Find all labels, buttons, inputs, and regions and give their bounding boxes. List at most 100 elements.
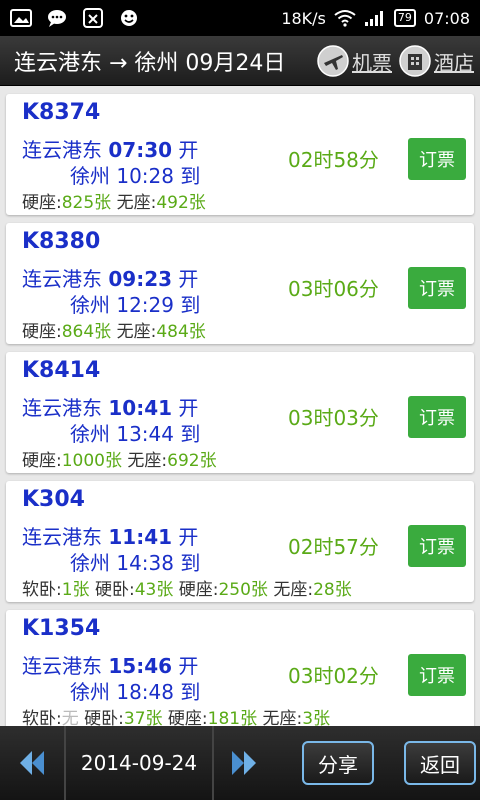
seat-class: 硬座:181张: [168, 709, 257, 726]
signal-icon: [364, 11, 383, 26]
clock: 07:08: [423, 8, 470, 28]
book-ticket-button[interactable]: 订票: [408, 138, 466, 180]
seat-count: 492张: [156, 193, 206, 213]
seat-count: 43张: [134, 580, 174, 600]
trip-duration: 03时03分: [288, 406, 379, 430]
seat-count: 181张: [207, 709, 258, 726]
seat-class: 软卧:无: [22, 709, 79, 726]
page-title: 连云港东 → 徐州 09月24日: [14, 50, 286, 76]
train-number: K304: [22, 487, 85, 512]
departure-time: 11:41: [108, 525, 173, 549]
status-bar: 18K/s 79 07:08: [0, 0, 480, 36]
seat-class: 软卧:1张: [22, 580, 90, 600]
departure-time: 15:46: [108, 654, 173, 678]
double-left-arrow-icon: [20, 751, 44, 775]
departure-row: 连云港东 09:23 开: [22, 263, 198, 292]
next-day-button[interactable]: [224, 743, 264, 783]
image-notification-icon: [10, 9, 32, 27]
train-number: K8374: [22, 100, 101, 125]
seat-class: 无座:484张: [117, 322, 206, 342]
departure-time: 10:41: [108, 396, 173, 420]
share-button[interactable]: 分享: [302, 741, 374, 785]
book-ticket-button[interactable]: 订票: [408, 525, 466, 567]
arrival-row: 徐州 14:38 到: [70, 547, 200, 576]
seat-class: 硬卧:43张: [95, 580, 173, 600]
departure-row: 连云港东 07:30 开: [22, 134, 198, 163]
book-ticket-button[interactable]: 订票: [408, 267, 466, 309]
hotel-link[interactable]: 酒店: [398, 44, 474, 78]
seat-count: 692张: [167, 451, 217, 471]
seat-type: 硬座: [22, 451, 56, 471]
seat-count: 37张: [123, 709, 163, 726]
trip-duration: 03时02分: [288, 664, 379, 688]
seat-class: 无座:28张: [273, 580, 351, 600]
arrival-station: 徐州: [70, 293, 110, 317]
seat-type: 硬座: [22, 322, 56, 342]
arrival-suffix: 到: [180, 422, 201, 446]
battery-level: 79: [393, 9, 416, 27]
book-ticket-button[interactable]: 订票: [408, 654, 466, 696]
arrival-station: 徐州: [70, 164, 110, 188]
seat-class: 无座:492张: [117, 193, 206, 213]
departure-time: 07:30: [108, 138, 173, 162]
departure-suffix: 开: [178, 654, 199, 678]
selected-date: 2014-09-24: [80, 751, 198, 775]
seat-count: 28张: [313, 580, 352, 600]
seat-count: 484张: [156, 322, 206, 342]
arrival-row: 徐州 18:48 到: [70, 676, 200, 705]
bottom-bar: 2014-09-24 分享 返回: [0, 726, 480, 800]
sync-notification-icon: [83, 8, 103, 28]
seat-type: 无座: [116, 322, 151, 342]
arrival-suffix: 到: [180, 551, 201, 575]
train-number: K8414: [22, 358, 101, 383]
trip-duration: 02时58分: [288, 148, 379, 172]
previous-day-button[interactable]: [12, 743, 52, 783]
departure-row: 连云港东 11:41 开: [22, 521, 198, 550]
seat-type: 硬卧: [84, 709, 119, 726]
train-number: K8380: [22, 229, 101, 254]
train-card[interactable]: K8380 连云港东 09:23 开 徐州 12:29 到 03时06分 订票 …: [6, 223, 474, 344]
arrival-suffix: 到: [180, 293, 201, 317]
train-number: K1354: [22, 616, 101, 641]
trip-duration: 03时06分: [288, 277, 379, 301]
trip-duration: 02时57分: [288, 535, 379, 559]
seat-class: 无座:3张: [263, 709, 331, 726]
seat-type: 无座: [127, 451, 162, 471]
double-right-arrow-icon: [232, 751, 256, 775]
seat-class: 硬卧:37张: [84, 709, 162, 726]
train-card[interactable]: K1354 连云港东 15:46 开 徐州 18:48 到 03时02分 订票 …: [6, 610, 474, 726]
seat-count: 864张: [61, 322, 112, 342]
arrival-suffix: 到: [180, 680, 201, 704]
title-bar: 连云港东 → 徐州 09月24日 机票 酒店: [0, 36, 480, 86]
flight-link[interactable]: 机票: [316, 44, 392, 78]
train-list[interactable]: K8374 连云港东 07:30 开 徐州 10:28 到 02时58分 订票 …: [0, 86, 480, 726]
seat-type: 软卧: [22, 709, 56, 726]
chat-notification-icon: [48, 10, 66, 27]
divider: [212, 726, 214, 800]
seat-availability: 硬座:825张 无座:492张: [22, 188, 206, 213]
train-card[interactable]: K304 连云港东 11:41 开 徐州 14:38 到 02时57分 订票 软…: [6, 481, 474, 602]
seat-type: 无座: [273, 580, 308, 600]
back-button[interactable]: 返回: [404, 741, 476, 785]
seat-type: 无座: [262, 709, 297, 726]
seat-type: 硬卧: [94, 580, 129, 600]
arrival-time: 14:38: [116, 551, 174, 575]
seat-availability: 软卧:1张 硬卧:43张 硬座:250张 无座:28张: [22, 575, 352, 600]
flight-link-label: 机票: [352, 50, 392, 75]
seat-availability: 硬座:1000张 无座:692张: [22, 446, 217, 471]
departure-suffix: 开: [178, 396, 199, 420]
network-speed: 18K/s: [281, 8, 326, 28]
seat-type: 硬座: [22, 193, 56, 213]
arrival-row: 徐州 13:44 到: [70, 418, 200, 447]
departure-station: 连云港东: [22, 138, 102, 162]
train-card[interactable]: K8374 连云港东 07:30 开 徐州 10:28 到 02时58分 订票 …: [6, 94, 474, 215]
arrival-station: 徐州: [70, 551, 110, 575]
arrival-time: 13:44: [116, 422, 174, 446]
book-ticket-button[interactable]: 订票: [408, 396, 466, 438]
departure-row: 连云港东 10:41 开: [22, 392, 198, 421]
arrival-time: 10:28: [116, 164, 174, 188]
airplane-icon: [317, 45, 349, 77]
seat-count: 无: [61, 709, 79, 726]
departure-suffix: 开: [178, 267, 199, 291]
train-card[interactable]: K8414 连云港东 10:41 开 徐州 13:44 到 03时03分 订票 …: [6, 352, 474, 473]
